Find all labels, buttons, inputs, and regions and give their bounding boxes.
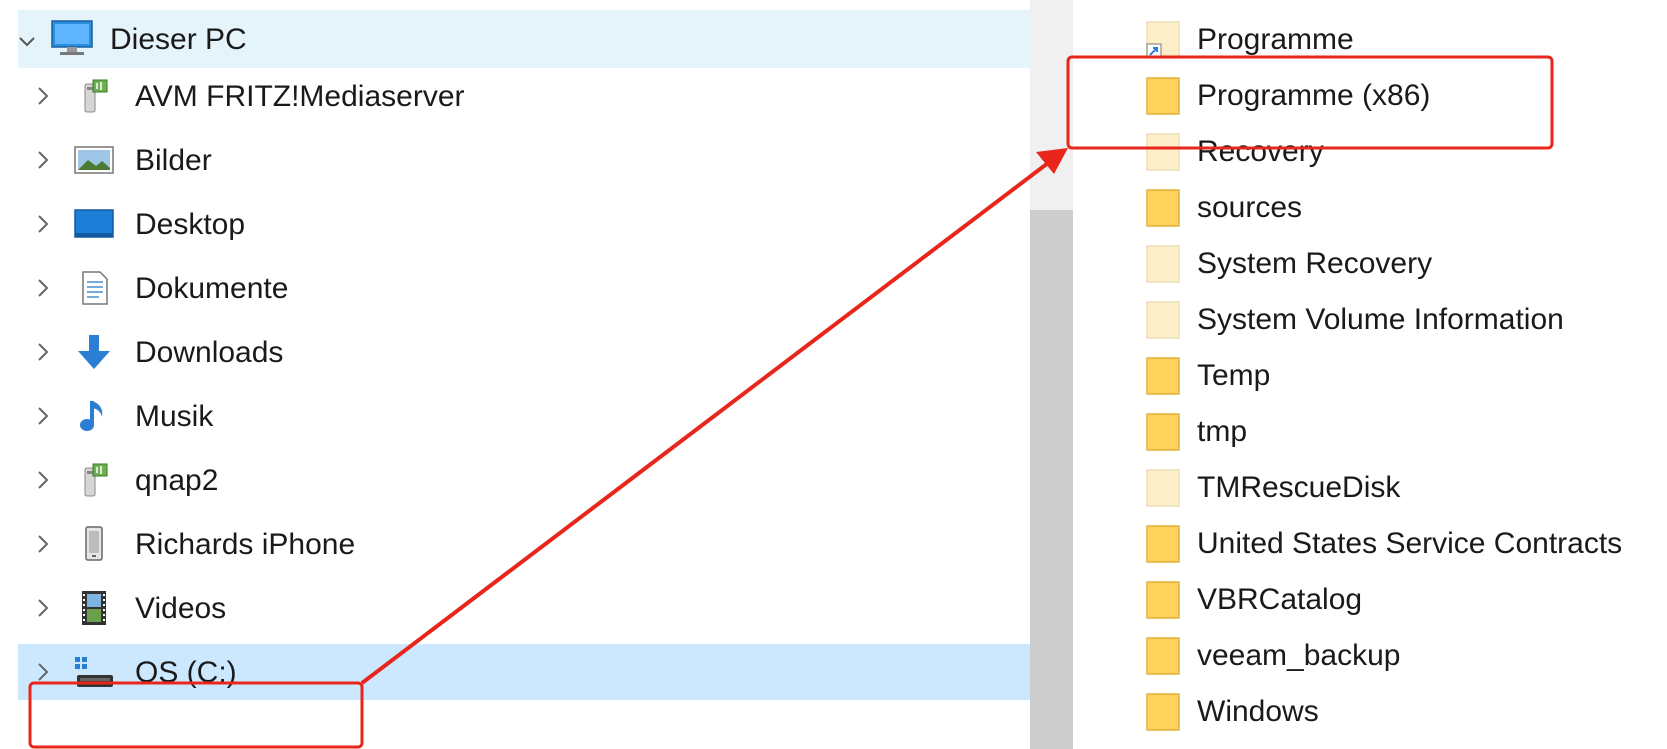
- folder-icon: [1145, 468, 1181, 508]
- nav-item-videos[interactable]: Videos: [18, 580, 1030, 636]
- nav-item-label: Downloads: [135, 336, 284, 369]
- folder-icon: [1145, 412, 1181, 452]
- chevron-right-icon[interactable]: [32, 277, 54, 299]
- desktop-icon: [73, 206, 115, 242]
- chevron-right-icon[interactable]: [32, 661, 54, 683]
- chevron-right-icon[interactable]: [32, 405, 54, 427]
- nav-item-os-c[interactable]: OS (C:): [18, 644, 1030, 700]
- chevron-right-icon[interactable]: [32, 533, 54, 555]
- drive-icon: [73, 654, 115, 690]
- file-list: Programme Programme (x86) Recovery sources S…: [1080, 0, 1667, 749]
- folder-row[interactable]: TMRescueDisk: [1080, 458, 1667, 518]
- folder-name: veeam_backup: [1197, 639, 1401, 672]
- folder-name: sources: [1197, 191, 1303, 224]
- chevron-right-icon[interactable]: [32, 469, 54, 491]
- nav-item-label: Musik: [135, 400, 214, 433]
- folder-name: VBRCatalog: [1197, 583, 1363, 616]
- folder-name: System Recovery: [1197, 247, 1433, 280]
- folder-icon: [1145, 524, 1181, 564]
- chevron-right-icon[interactable]: [32, 597, 54, 619]
- nav-item-label: Richards iPhone: [135, 528, 356, 561]
- chevron-right-icon[interactable]: [32, 85, 54, 107]
- folder-name: Windows: [1197, 695, 1319, 728]
- folder-row[interactable]: Programme (x86): [1080, 66, 1667, 126]
- nav-item-label: Desktop: [135, 208, 246, 241]
- folder-name: Programme (x86): [1197, 79, 1431, 112]
- folder-row[interactable]: tmp: [1080, 402, 1667, 462]
- nav-item-label: Bilder: [135, 144, 212, 177]
- folder-row[interactable]: Temp: [1080, 346, 1667, 406]
- folder-name: United States Service Contracts: [1197, 527, 1623, 560]
- media-server-icon: [73, 78, 115, 114]
- folder-icon: [1145, 76, 1181, 116]
- folder-name: TMRescueDisk: [1197, 471, 1401, 504]
- chevron-down-icon[interactable]: [18, 30, 40, 52]
- folder-row[interactable]: Programme: [1080, 10, 1667, 70]
- computer-icon: [48, 18, 96, 58]
- folder-row[interactable]: United States Service Contracts: [1080, 514, 1667, 574]
- folder-icon: [1145, 188, 1181, 228]
- navigation-pane: Dieser PC AVM FRITZ!Mediaserver Bilder Des…: [0, 0, 1030, 749]
- nav-item-desktop[interactable]: Desktop: [18, 196, 1030, 252]
- music-note-icon: [73, 398, 115, 434]
- media-server-icon: [73, 462, 115, 498]
- folder-icon: [1145, 356, 1181, 396]
- nav-item-label: OS (C:): [135, 656, 237, 689]
- folder-icon: [1145, 244, 1181, 284]
- nav-item-dokumente[interactable]: Dokumente: [18, 260, 1030, 316]
- folder-name: System Volume Information: [1197, 303, 1564, 336]
- nav-item-avm-fritz-mediaserver[interactable]: AVM FRITZ!Mediaserver: [18, 68, 1030, 124]
- phone-icon: [73, 526, 115, 562]
- nav-item-label: Dokumente: [135, 272, 289, 305]
- scrollbar-thumb[interactable]: [1030, 210, 1073, 749]
- nav-item-dieser-pc[interactable]: Dieser PC: [18, 10, 1030, 68]
- folder-row[interactable]: sources: [1080, 178, 1667, 238]
- film-icon: [73, 590, 115, 626]
- pictures-icon: [73, 142, 115, 178]
- nav-item-label: AVM FRITZ!Mediaserver: [135, 80, 465, 113]
- nav-item-bilder[interactable]: Bilder: [18, 132, 1030, 188]
- folder-icon: [1145, 580, 1181, 620]
- folder-icon: [1145, 300, 1181, 340]
- nav-item-musik[interactable]: Musik: [18, 388, 1030, 444]
- folder-row[interactable]: Windows: [1080, 682, 1667, 742]
- nav-item-downloads[interactable]: Downloads: [18, 324, 1030, 380]
- folder-row[interactable]: Recovery: [1080, 122, 1667, 182]
- folder-row[interactable]: System Recovery: [1080, 234, 1667, 294]
- folder-name: Temp: [1197, 359, 1271, 392]
- nav-item-label: Dieser PC: [110, 23, 247, 56]
- folder-name: tmp: [1197, 415, 1248, 448]
- chevron-right-icon[interactable]: [32, 149, 54, 171]
- chevron-right-icon[interactable]: [32, 341, 54, 363]
- nav-item-label: Videos: [135, 592, 227, 625]
- folder-row[interactable]: System Volume Information: [1080, 290, 1667, 350]
- chevron-right-icon[interactable]: [32, 213, 54, 235]
- nav-item-richards-iphone[interactable]: Richards iPhone: [18, 516, 1030, 572]
- folder-name: Recovery: [1197, 135, 1324, 168]
- download-arrow-icon: [73, 334, 115, 370]
- nav-item-label: qnap2: [135, 464, 219, 497]
- folder-icon: [1145, 20, 1181, 60]
- nav-scrollbar[interactable]: [1030, 0, 1073, 749]
- folder-icon: [1145, 132, 1181, 172]
- folder-name: Programme: [1197, 23, 1354, 56]
- documents-icon: [73, 270, 115, 306]
- folder-icon: [1145, 636, 1181, 676]
- folder-icon: [1145, 692, 1181, 732]
- nav-item-qnap2[interactable]: qnap2: [18, 452, 1030, 508]
- folder-row[interactable]: VBRCatalog: [1080, 570, 1667, 630]
- folder-row[interactable]: veeam_backup: [1080, 626, 1667, 686]
